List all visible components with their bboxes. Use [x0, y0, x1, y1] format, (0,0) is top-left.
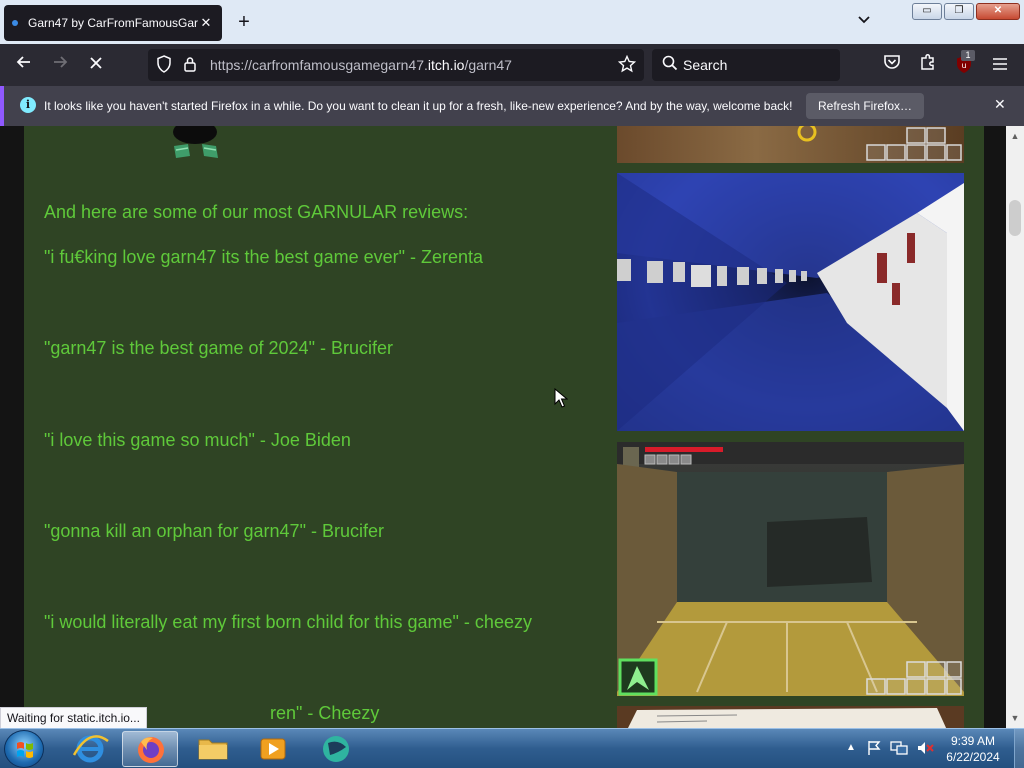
scroll-up-arrow-icon[interactable]: ▲	[1006, 128, 1024, 144]
folder-icon	[198, 739, 228, 760]
chevron-down-icon	[858, 16, 870, 24]
bookmark-star-icon[interactable]	[617, 54, 637, 77]
page-scrollbar[interactable]: ▲ ▼	[1006, 126, 1024, 728]
window-controls: ▭ ❐ ✕	[912, 3, 1020, 20]
maximize-button[interactable]: ❐	[944, 3, 974, 20]
mouse-cursor-icon	[554, 388, 568, 408]
media-player-icon	[260, 738, 286, 760]
forward-button[interactable]	[47, 53, 73, 77]
game-screenshot-2[interactable]	[617, 173, 964, 431]
firefox-icon	[138, 737, 164, 763]
close-window-button[interactable]: ✕	[976, 3, 1020, 20]
status-panel: Waiting for static.itch.io...	[0, 707, 147, 729]
new-tab-button[interactable]: +	[232, 10, 256, 34]
back-arrow-icon	[16, 56, 30, 68]
navigation-toolbar: https://carfromfamousgamegarn47.itch.io/…	[0, 44, 1024, 86]
dark-room-scene-image	[617, 442, 964, 696]
review-item: "i would literally eat my first born chi…	[44, 612, 532, 632]
clock-date: 6/22/2024	[946, 750, 1000, 764]
info-icon: i	[20, 97, 36, 113]
game-screenshot-4[interactable]	[617, 706, 964, 728]
review-item: "garn47 is the best game of 2024" - Bruc…	[44, 338, 393, 358]
search-placeholder: Search	[683, 57, 728, 73]
close-notification-icon[interactable]: ✕	[994, 96, 1006, 113]
review-item: "i love this game so much" - Joe Biden	[44, 430, 351, 450]
app-menu-button[interactable]	[987, 53, 1013, 77]
action-center-flag-icon[interactable]	[866, 740, 882, 756]
hamburger-menu-icon	[993, 58, 1007, 70]
puzzle-piece-icon	[921, 54, 934, 70]
clock-time: 9:39 AM	[950, 734, 996, 748]
paper-note-scene-image	[617, 706, 964, 728]
scrollbar-thumb[interactable]	[1009, 200, 1021, 236]
loading-favicon-icon	[12, 20, 18, 26]
show-desktop-button[interactable]	[1014, 729, 1024, 768]
back-button[interactable]	[11, 53, 37, 77]
review-item: "i fu€king love garn47 its the best game…	[44, 247, 484, 267]
search-icon	[662, 55, 678, 75]
ublock-badge: 1	[961, 50, 975, 61]
lock-icon[interactable]	[183, 55, 197, 77]
tab-close-icon[interactable]: ✕	[198, 15, 214, 31]
list-all-tabs-button[interactable]	[852, 12, 876, 32]
search-bar[interactable]: Search	[652, 49, 840, 81]
page-viewport[interactable]: And here are some of our most GARNULAR r…	[0, 126, 1006, 728]
review-item: "gonna kill an orphan for garn47" - Bruc…	[44, 521, 384, 541]
tracking-protection-shield-icon[interactable]	[156, 55, 172, 77]
show-hidden-icons-arrow-icon[interactable]: ▲	[846, 742, 856, 753]
forward-arrow-icon	[54, 56, 68, 68]
url-prefix: https://carfromfamousgamegarn47.	[210, 57, 428, 73]
stop-loading-button[interactable]	[83, 53, 109, 77]
refresh-firefox-button[interactable]: Refresh Firefox…	[806, 93, 925, 119]
tab-title: Garn47 by CarFromFamousGar	[28, 16, 198, 30]
taskbar-firefox[interactable]	[122, 731, 178, 767]
globe-app-icon	[323, 736, 349, 762]
character-feet-image	[173, 126, 218, 158]
pocket-icon	[884, 55, 900, 69]
review-item: ren" - Cheezy	[270, 703, 380, 723]
pocket-button[interactable]	[879, 53, 905, 77]
scroll-down-arrow-icon[interactable]: ▼	[1006, 710, 1024, 726]
extensions-button[interactable]	[915, 53, 941, 77]
windows-logo-icon	[17, 742, 33, 758]
taskbar-file-explorer[interactable]	[185, 731, 241, 767]
taskbar-clock[interactable]: 9:39 AM 6/22/2024	[938, 733, 1008, 765]
notification-message: It looks like you haven't started Firefo…	[44, 99, 793, 113]
start-button[interactable]	[4, 730, 44, 768]
address-bar[interactable]: https://carfromfamousgamegarn47.itch.io/…	[148, 49, 644, 81]
volume-muted-icon[interactable]	[916, 740, 934, 756]
url-text[interactable]: https://carfromfamousgamegarn47.itch.io/…	[210, 57, 512, 73]
svg-text:u: u	[961, 61, 966, 70]
reviews-heading: And here are some of our most GARNULAR r…	[44, 202, 469, 222]
stop-x-icon	[90, 57, 102, 69]
taskbar-internet-explorer[interactable]	[62, 731, 118, 767]
tab-bar: Garn47 by CarFromFamousGar ✕ + ▭ ❐ ✕	[0, 0, 1024, 44]
game-screenshot-3[interactable]	[617, 442, 964, 696]
network-icon[interactable]	[890, 740, 908, 756]
internet-explorer-icon	[72, 735, 109, 763]
tab-garn47[interactable]: Garn47 by CarFromFamousGar ✕	[4, 5, 222, 41]
minimize-button[interactable]: ▭	[912, 3, 942, 20]
hotbar-slots-image	[797, 126, 962, 161]
blue-tunnel-scene-image	[617, 173, 964, 431]
url-path: /garn47	[464, 57, 512, 73]
taskbar-app-globe[interactable]	[308, 731, 364, 767]
taskbar-media-player[interactable]	[245, 731, 301, 767]
url-host: itch.io	[427, 57, 465, 73]
page-content-column: And here are some of our most GARNULAR r…	[24, 126, 984, 728]
refresh-firefox-notification: i It looks like you haven't started Fire…	[0, 86, 1024, 126]
windows-taskbar: ▲ 9:39 AM 6/22/2024	[0, 728, 1024, 768]
game-screenshot-1[interactable]	[617, 126, 964, 163]
